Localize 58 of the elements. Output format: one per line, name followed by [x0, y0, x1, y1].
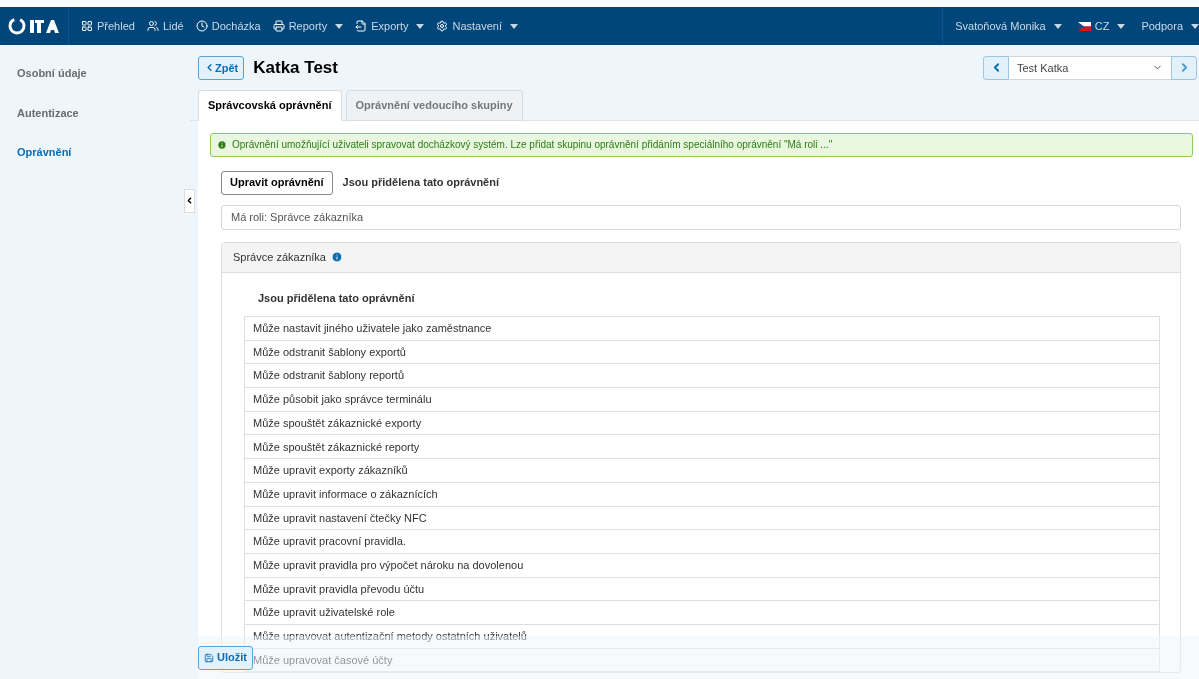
nav-link[interactable]: Exporty — [355, 17, 425, 35]
permission-item: Může upravit exporty zákazníků — [245, 459, 1159, 483]
flag-icon — [1077, 21, 1091, 31]
grid-icon — [81, 20, 93, 32]
caret-icon — [1117, 23, 1126, 29]
permission-item: Může odstranit šablony exportů — [245, 340, 1159, 365]
permission-item: Může upravit pravidla převodu účtu — [245, 577, 1159, 602]
panel-heading: Jsou přidělena tato oprávnění — [258, 290, 416, 306]
role-field[interactable]: Má roli: Správce zákazníka — [221, 204, 1181, 230]
permission-item: Může spouštět zákaznické exporty — [245, 411, 1159, 436]
section-heading: Jsou přidělena tato oprávnění — [342, 175, 499, 191]
permission-item: Může odstranit šablony reportů — [245, 364, 1159, 389]
sidebar-item[interactable]: Oprávnění — [17, 144, 190, 161]
info-icon[interactable] — [330, 251, 343, 263]
caret-icon — [510, 23, 518, 29]
users-icon — [146, 20, 159, 32]
nav-link[interactable]: Docházka — [195, 17, 261, 35]
nav-link[interactable]: Lidé — [146, 17, 184, 35]
page-title: Katka Test — [253, 57, 338, 79]
collapse-button[interactable] — [184, 188, 195, 213]
user-select[interactable]: Test Katka — [1009, 55, 1171, 80]
chevron-left-icon — [185, 196, 194, 205]
tab[interactable]: Oprávnění vedoucího skupiny — [345, 89, 523, 121]
permission-item: Může upravit nastavení čtečky NFC — [245, 506, 1159, 531]
permission-item: Může spouštět zákaznické reporty — [245, 435, 1159, 460]
permission-item: Může upravit uživatelské role — [245, 601, 1159, 625]
caret-icon — [1191, 23, 1199, 29]
nav-link[interactable]: Reporty — [272, 17, 344, 35]
permission-item: Může upravovat autentizační metody ostatních uživatelů — [245, 624, 1159, 649]
alert-text: Oprávnění umožňující uživateli spravovat docházkový systém. Lze přidat skupinu oprávnění přidáním speciálního oprávnění "Má roli ..." — [232, 138, 833, 152]
edit-permissions-button[interactable]: Upravit oprávnění — [221, 170, 333, 195]
printer-icon — [272, 20, 285, 32]
permission-item: Může upravit pracovní pravidla. — [245, 530, 1159, 554]
caret-icon — [335, 23, 344, 29]
save-button[interactable]: Uložit — [198, 645, 253, 670]
save-icon — [204, 652, 214, 663]
export-icon — [355, 20, 368, 32]
sidebar-item[interactable]: Osobní údaje — [17, 65, 190, 82]
panel-title: Správce zákazníka — [233, 249, 326, 265]
nav-dropdown[interactable]: Svatoňová Monika — [955, 17, 1062, 35]
nav-link[interactable]: Nastavení — [436, 17, 518, 35]
nav-link[interactable]: Přehled — [81, 17, 135, 35]
permission-item: Může upravit pravidla pro výpočet nároku na dovolenou — [245, 553, 1159, 578]
sidebar-item[interactable]: Autentizace — [17, 104, 190, 121]
info-icon — [217, 139, 227, 150]
permission-item: Může nastavit jiného uživatele jako zaměstnance — [245, 317, 1159, 341]
caret-icon — [1053, 23, 1062, 29]
previous-button[interactable] — [983, 55, 1009, 80]
clock-icon — [195, 20, 208, 32]
nav-dropdown[interactable]: Podpora — [1141, 17, 1199, 35]
nav-dropdown[interactable]: CZ — [1077, 17, 1126, 35]
back-button[interactable]: Zpět — [198, 55, 245, 80]
tab[interactable]: Správcovská oprávnění — [198, 89, 342, 121]
caret-icon — [416, 23, 425, 29]
next-button[interactable] — [1171, 55, 1197, 80]
permission-item: Může působit jako správce terminálu — [245, 388, 1159, 412]
permission-item: Může upravit informace o zákaznících — [245, 482, 1159, 507]
settings-icon — [436, 20, 449, 32]
